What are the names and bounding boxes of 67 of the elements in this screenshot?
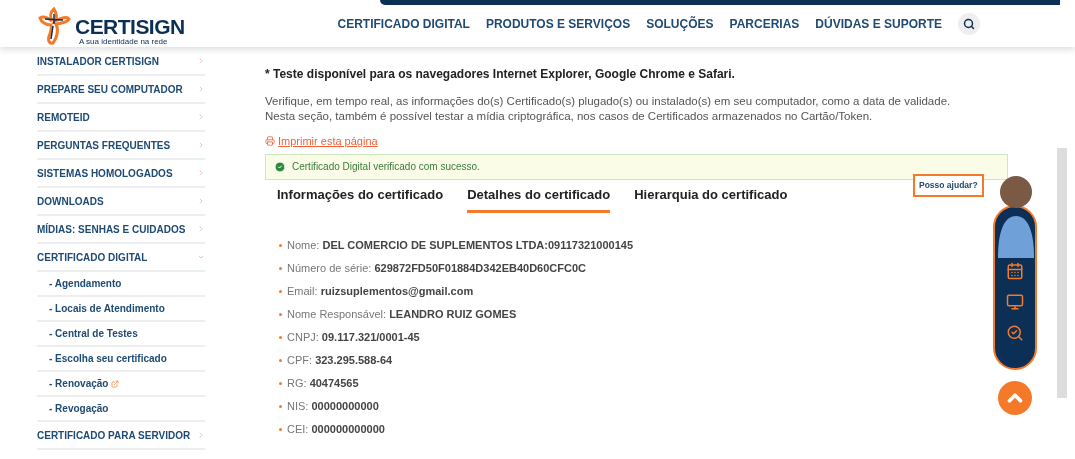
nav-link[interactable]: DÚVIDAS E SUPORTE: [815, 14, 942, 33]
bullet-icon: [279, 336, 282, 339]
success-alert: Certificado Digital verificado com sucesso.: [265, 153, 1008, 180]
search-check-icon[interactable]: [1006, 324, 1024, 342]
sidebar-subitem[interactable]: - Locais de Atendimento: [37, 297, 205, 322]
bullet-icon: [279, 382, 282, 385]
sidebar-subitem[interactable]: - Revogação: [37, 397, 205, 422]
bullet-icon: [279, 405, 282, 408]
sidebar-item[interactable]: MÍDIAS: SENHAS E CUIDADOS: [37, 216, 205, 244]
sidebar-item[interactable]: PREPARE SEU COMPUTADOR: [37, 76, 205, 104]
detail-text: NIS: 00000000000: [287, 399, 379, 415]
nav-link[interactable]: PRODUTOS E SERVIÇOS: [485, 14, 631, 33]
detail-text: Email: ruizsuplementos@gmail.com: [287, 284, 474, 300]
browser-notice: * Teste disponível para os navegadores Internet Explorer, Google Chrome e Safari.: [265, 66, 736, 83]
detail-text: CPF: 323.295.588-64: [287, 353, 393, 369]
description-text: Verifique, em tempo real, as informações do(s) Certificado(s) plugado(s) ou instalado(s) em seu computador, como a data de validade.: [265, 94, 952, 109]
bullet-icon: [279, 428, 282, 431]
nav-link[interactable]: PARCERIAS: [729, 14, 800, 33]
calendar-icon[interactable]: [1006, 262, 1024, 280]
chevron-down-icon: [197, 253, 205, 261]
chevron-right-icon: [197, 113, 205, 121]
search-icon: [963, 17, 975, 30]
description-text: Nesta seção, também é possível testar a mídia criptográfica, nos casos de Certificados armazenados no Cartão/Token.: [265, 109, 874, 124]
help-bubble[interactable]: Posso ajudar?: [913, 174, 984, 197]
logo-icon[interactable]: [37, 5, 71, 46]
detail-text: CNPJ: 09.117.321/0001-45: [287, 330, 420, 346]
bullet-icon: [279, 244, 282, 247]
external-link-icon: [111, 379, 120, 388]
detail-text: Nome Responsável: LEANDRO RUIZ GOMES: [287, 307, 517, 323]
sidebar-subitem[interactable]: - Escolha seu certificado: [37, 347, 205, 372]
sidebar-item[interactable]: CERTIFICADO DIGITAL: [37, 244, 205, 272]
sidebar-item[interactable]: DOWNLOADS: [37, 188, 205, 216]
chevron-right-icon: [197, 169, 205, 177]
detail-text: Número de série: 629872FD50F01884D342EB40D60CFC0C: [287, 261, 586, 277]
sidebar-item[interactable]: REMOTEID: [37, 104, 205, 132]
sidebar-item[interactable]: CERTIFICADO PARA SERVIDOR: [37, 422, 205, 450]
chevron-right-icon: [197, 85, 205, 93]
bullet-icon: [279, 313, 282, 316]
sidebar-subitem[interactable]: - Renovação: [37, 372, 205, 397]
logo-tagline: A sua identidade na rede: [79, 37, 169, 46]
certificate-tab[interactable]: Informações do certificado: [277, 184, 444, 213]
sidebar-item[interactable]: SISTEMAS HOMOLOGADOS: [37, 160, 205, 188]
monitor-icon[interactable]: [1006, 293, 1024, 311]
chevron-right-icon: [197, 141, 205, 149]
certificate-tab[interactable]: Detalhes do certificado: [467, 184, 611, 213]
sidebar-subitem[interactable]: - Agendamento: [37, 272, 205, 297]
chevron-right-icon: [197, 57, 205, 65]
nav-link[interactable]: SOLUÇÕES: [646, 14, 714, 33]
search-button[interactable]: [958, 12, 980, 35]
sidebar-item[interactable]: INSTALADOR CERTISIGN: [37, 48, 205, 76]
nav-link[interactable]: CERTIFICADO DIGITAL: [337, 14, 470, 33]
certificate-tab[interactable]: Hierarquia do certificado: [634, 184, 788, 213]
sidebar-item[interactable]: PERGUNTAS FREQUENTES: [37, 132, 205, 160]
bullet-icon: [279, 290, 282, 293]
chevron-right-icon: [197, 197, 205, 205]
check-circle-icon: [274, 160, 286, 173]
scroll-top-button[interactable]: [998, 381, 1032, 415]
chevron-right-icon: [197, 225, 205, 233]
chevron-right-icon: [197, 431, 205, 439]
logo-wordmark: CERTISIGN: [75, 15, 185, 37]
bullet-icon: [279, 267, 282, 270]
detail-text: Nome: DEL COMERCIO DE SUPLEMENTOS LTDA:09117321000145: [287, 238, 634, 254]
printer-icon: [265, 136, 275, 147]
detail-text: RG: 40474565: [287, 376, 359, 392]
bullet-icon: [279, 359, 282, 362]
detail-text: CEI: 000000000000: [287, 422, 385, 438]
sidebar-subitem[interactable]: - Central de Testes: [37, 322, 205, 347]
